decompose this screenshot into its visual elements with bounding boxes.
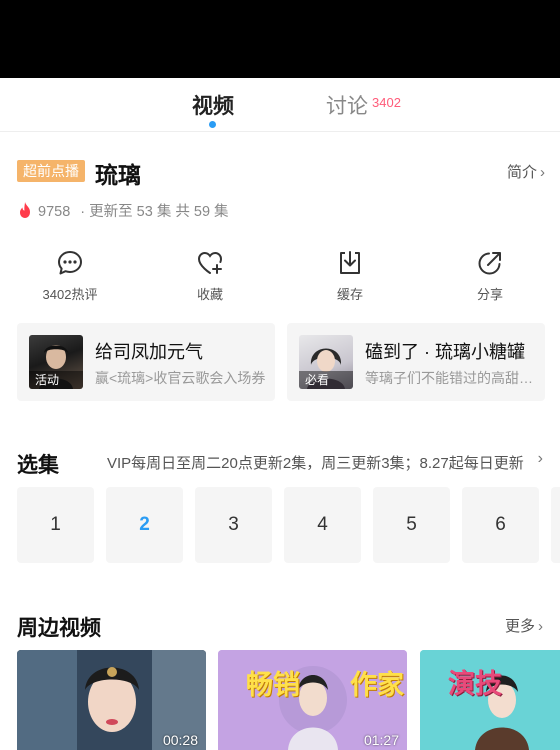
side-videos-header: 周边视频 更多 › — [17, 612, 543, 642]
comments-label: 3402热评 — [42, 287, 98, 302]
promo-subtitle: 赢<琉璃>收官云歌会入场券 — [95, 370, 266, 386]
episode-item[interactable]: 6 — [462, 487, 539, 563]
episode-item[interactable]: 1 — [17, 487, 94, 563]
promo-subtitle: 等璃子们不能错过的高甜片段 — [365, 370, 537, 386]
tab-discussion[interactable]: 讨论 3402 — [326, 90, 401, 120]
discussion-count: 3402 — [372, 95, 401, 110]
share-button[interactable]: 分享 — [440, 248, 540, 303]
promo-thumbnail: 必看 — [299, 335, 353, 389]
promo-card[interactable]: 必看 磕到了 · 琉璃小糖罐 等璃子们不能错过的高甜片段 — [287, 323, 545, 401]
promo-card[interactable]: 活动 给司凤加元气 赢<琉璃>收官云歌会入场券 — [17, 323, 275, 401]
video-overlay-text: 畅销 — [246, 670, 300, 700]
intro-label: 简介 — [506, 164, 537, 181]
favorite-button[interactable]: 收藏 — [160, 248, 260, 303]
action-row: 3402热评 收藏 缓存 分享 — [0, 248, 560, 308]
video-thumbnail[interactable]: 畅销 作家 01:27 — [218, 650, 407, 750]
video-overlay-text: 演技 — [448, 669, 502, 699]
episode-item-partial[interactable] — [551, 487, 560, 563]
chevron-right-icon[interactable]: › — [538, 450, 543, 468]
heat-value: 9758 — [38, 204, 71, 220]
episodes-header: 选集 VIP每周日至周二20点更新2集，周三更新3集；8.27起每日更新 › — [17, 449, 543, 479]
episode-list: 1 2 3 4 5 6 — [17, 487, 560, 563]
promo-title: 给司凤加元气 — [95, 342, 203, 362]
more-link[interactable]: 更多 › — [505, 615, 543, 636]
promo-thumbnail: 活动 — [29, 335, 83, 389]
chevron-right-icon: › — [538, 618, 543, 635]
more-label: 更多 — [504, 618, 535, 635]
tab-discussion-label: 讨论 — [326, 95, 368, 118]
early-access-badge: 超前点播 — [17, 160, 85, 182]
video-image — [420, 650, 560, 750]
side-videos-title: 周边视频 — [17, 617, 101, 640]
episode-item-selected[interactable]: 2 — [106, 487, 183, 563]
top-tabs: 视频 讨论 3402 — [0, 78, 560, 132]
active-tab-indicator — [209, 121, 216, 128]
comment-icon — [58, 251, 82, 275]
video-thumbnail[interactable]: 00:28 — [17, 650, 206, 750]
update-info: · 更新至 53 集 共 59 集 — [80, 204, 229, 220]
show-title: 琉璃 — [95, 162, 141, 188]
share-label: 分享 — [476, 287, 503, 302]
flame-icon — [20, 202, 30, 218]
intro-link[interactable]: 简介 › — [507, 161, 545, 182]
episode-item[interactable]: 3 — [195, 487, 272, 563]
download-button[interactable]: 缓存 — [300, 248, 400, 303]
video-thumbnail[interactable]: 演技 — [420, 650, 560, 750]
episode-item[interactable]: 5 — [373, 487, 450, 563]
promo-tag: 必看 — [299, 371, 353, 389]
download-icon — [340, 251, 360, 274]
tab-video[interactable]: 视频 — [192, 90, 234, 120]
promo-cards: 活动 给司凤加元气 赢<琉璃>收官云歌会入场券 必看 磕到了 · 琉璃小糖罐 等… — [17, 323, 560, 401]
favorite-label: 收藏 — [196, 287, 223, 302]
video-overlay-text: 作家 — [350, 670, 404, 700]
share-icon — [478, 252, 501, 275]
video-duration: 00:28 — [162, 732, 198, 748]
download-label: 缓存 — [336, 287, 363, 302]
show-meta: 9758 · 更新至 53 集 共 59 集 — [17, 200, 229, 221]
promo-tag: 活动 — [29, 371, 83, 389]
favorite-heart-icon — [197, 251, 223, 274]
status-bar — [0, 0, 560, 78]
promo-title: 磕到了 · 琉璃小糖罐 — [365, 342, 525, 362]
comments-button[interactable]: 3402热评 — [20, 248, 120, 303]
show-title-row: 超前点播 琉璃 简介 › — [17, 158, 545, 188]
episodes-schedule[interactable]: VIP每周日至周二20点更新2集，周三更新3集；8.27起每日更新 — [107, 452, 543, 473]
side-video-list: 00:28 畅销 作家 01:27 演技 — [17, 650, 560, 750]
episodes-title: 选集 — [17, 454, 59, 477]
video-duration: 01:27 — [363, 732, 399, 748]
episode-item[interactable]: 4 — [284, 487, 361, 563]
chevron-right-icon: › — [540, 164, 545, 181]
